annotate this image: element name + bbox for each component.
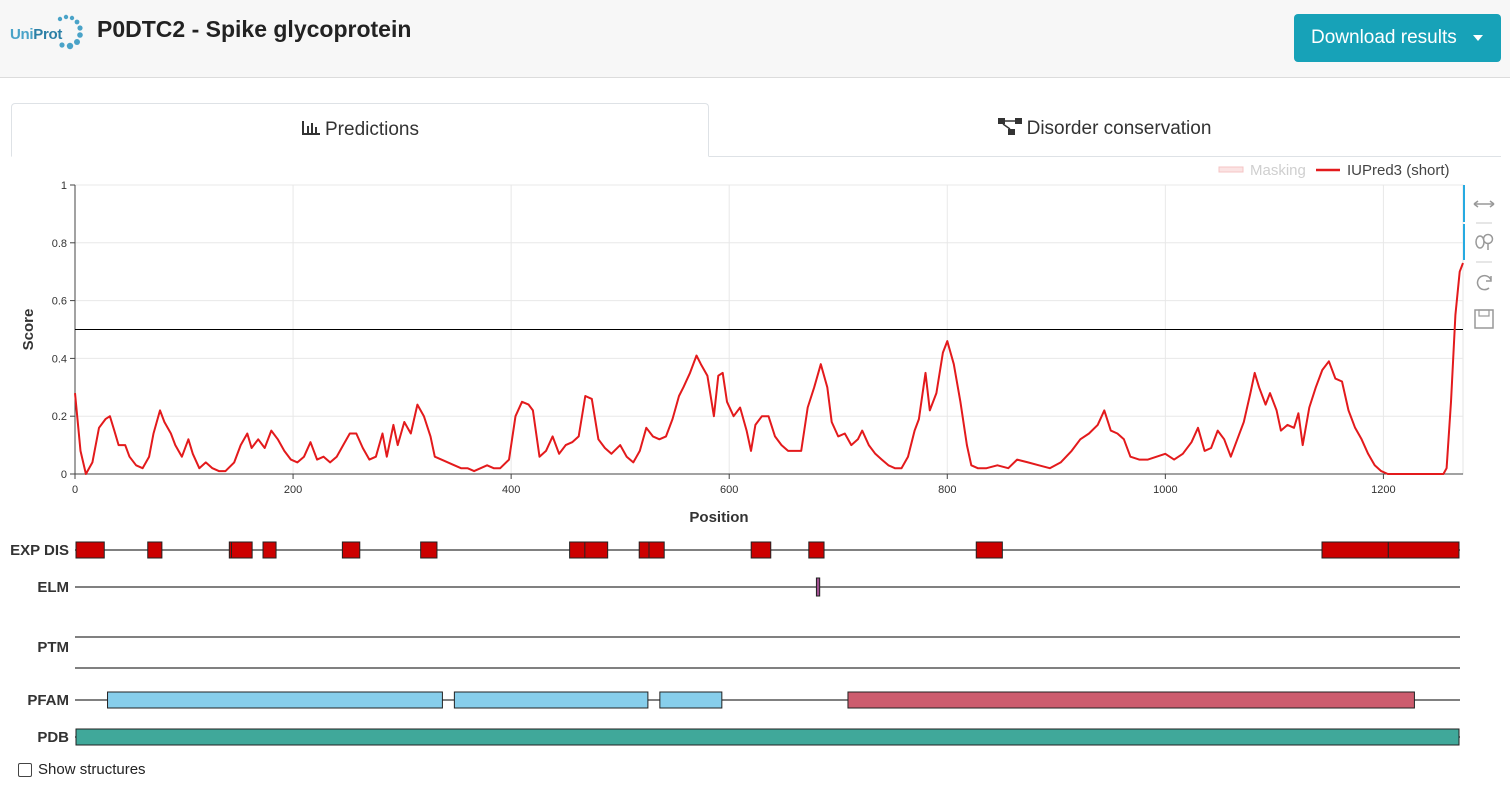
show-structures-toggle[interactable]: Show structures <box>18 761 146 778</box>
reset-arc <box>1476 274 1492 291</box>
download-results-label: Download results <box>1311 27 1457 48</box>
feature-pfam[interactable] <box>847 691 1415 709</box>
y-tick-label: 0.6 <box>52 296 67 308</box>
y-tick-label: 0.8 <box>52 238 67 250</box>
magnifier-shape <box>1482 233 1494 245</box>
feature-exp-dis[interactable] <box>1387 541 1460 559</box>
feature-pfam[interactable] <box>453 691 649 709</box>
tab-bar: Predictions Disorder conservation <box>11 103 1501 157</box>
tab-disorder-conservation-label: Disorder conservation <box>1026 118 1212 139</box>
track-elm: ELM <box>37 577 1460 597</box>
legend-item-iupred3-short[interactable]: IUPred3 (short) <box>1316 162 1450 179</box>
y-tick-label: 1 <box>61 180 67 192</box>
x-tick-label: 400 <box>502 484 520 496</box>
wheel-zoom-icon[interactable] <box>1475 233 1494 251</box>
chart-legend[interactable]: Masking IUPred3 (short) <box>1218 162 1450 179</box>
feature-elm[interactable] <box>815 577 821 597</box>
download-results-button[interactable]: Download results <box>1294 14 1501 62</box>
legend-label: IUPred3 (short) <box>1347 162 1450 179</box>
feature-exp-dis[interactable] <box>262 541 277 559</box>
show-structures-label: Show structures <box>38 761 146 778</box>
feature-pdb[interactable] <box>75 728 1460 746</box>
tab-disorder-conservation[interactable]: Disorder conservation <box>709 103 1499 155</box>
x-tick-label: 1200 <box>1371 484 1395 496</box>
feature-exp-dis[interactable] <box>1321 541 1389 559</box>
tree-icon <box>997 117 1022 135</box>
tab-predictions-label: Predictions <box>325 119 419 140</box>
pan-icon[interactable] <box>1473 200 1495 208</box>
page-title: P0DTC2 - Spike glycoprotein <box>97 16 412 42</box>
feature-pfam[interactable] <box>107 691 443 709</box>
uniprot-logo-text: UniProt <box>10 26 62 43</box>
feature-tracks: EXP DIS ELM PTM PFAM PDB <box>10 541 1460 746</box>
reset-icon[interactable] <box>1476 274 1492 291</box>
feature-exp-dis[interactable] <box>750 541 772 559</box>
y-axis-label: Score <box>20 309 37 351</box>
legend-label: Masking <box>1250 162 1306 179</box>
track-exp-dis: EXP DIS <box>10 541 1460 559</box>
track-ptm: PTM <box>37 636 1460 669</box>
feature-exp-dis[interactable] <box>808 541 825 559</box>
track-label: EXP DIS <box>10 542 69 559</box>
uniprot-logo[interactable]: UniProt <box>10 14 90 54</box>
x-tick-label: 600 <box>720 484 738 496</box>
tab-predictions[interactable]: Predictions <box>11 103 709 157</box>
feature-exp-dis[interactable] <box>341 541 361 559</box>
track-label: ELM <box>37 579 69 596</box>
caret-down-icon <box>1473 35 1483 41</box>
header-bar: UniProt P0DTC2 - Spike glycoprotein Down… <box>0 0 1510 78</box>
wheel-shape <box>1475 235 1485 249</box>
y-tick-label: 0 <box>61 469 67 481</box>
track-label: PDB <box>37 729 69 746</box>
track-label: PFAM <box>27 692 69 709</box>
x-tick-label: 1000 <box>1153 484 1177 496</box>
track-pdb: PDB <box>37 728 1460 746</box>
save-label-area <box>1478 309 1490 317</box>
plot-toolbar <box>1463 185 1495 329</box>
feature-pfam[interactable] <box>659 691 723 709</box>
feature-exp-dis[interactable] <box>569 541 587 559</box>
bar-chart-icon <box>302 120 320 135</box>
feature-exp-dis[interactable] <box>147 541 163 559</box>
logo-text-prot: Prot <box>33 26 63 43</box>
show-structures-checkbox[interactable] <box>18 762 32 777</box>
x-tick-label: 0 <box>72 484 78 496</box>
x-tick-label: 800 <box>938 484 956 496</box>
track-pfam: PFAM <box>27 691 1460 709</box>
save-icon[interactable] <box>1474 309 1494 329</box>
y-tick-label: 0.4 <box>52 353 67 365</box>
logo-text-uni: Uni <box>10 26 34 43</box>
x-axis-label: Position <box>689 509 748 526</box>
feature-exp-dis[interactable] <box>420 541 438 559</box>
track-label: PTM <box>37 639 69 656</box>
x-tick-label: 200 <box>284 484 302 496</box>
legend-swatch <box>1218 166 1244 173</box>
feature-exp-dis[interactable] <box>230 541 253 559</box>
disorder-prediction-plot[interactable]: Masking IUPred3 (short) 0 0.2 0.4 0.6 0.8 1 0 20… <box>0 160 1510 760</box>
y-tick-label: 0.2 <box>52 411 67 423</box>
feature-exp-dis[interactable] <box>975 541 1003 559</box>
feature-exp-dis[interactable] <box>75 541 105 559</box>
feature-exp-dis[interactable] <box>584 541 609 559</box>
legend-item-masking[interactable]: Masking <box>1218 162 1306 179</box>
save-outline <box>1474 309 1494 329</box>
feature-exp-dis[interactable] <box>648 541 665 559</box>
